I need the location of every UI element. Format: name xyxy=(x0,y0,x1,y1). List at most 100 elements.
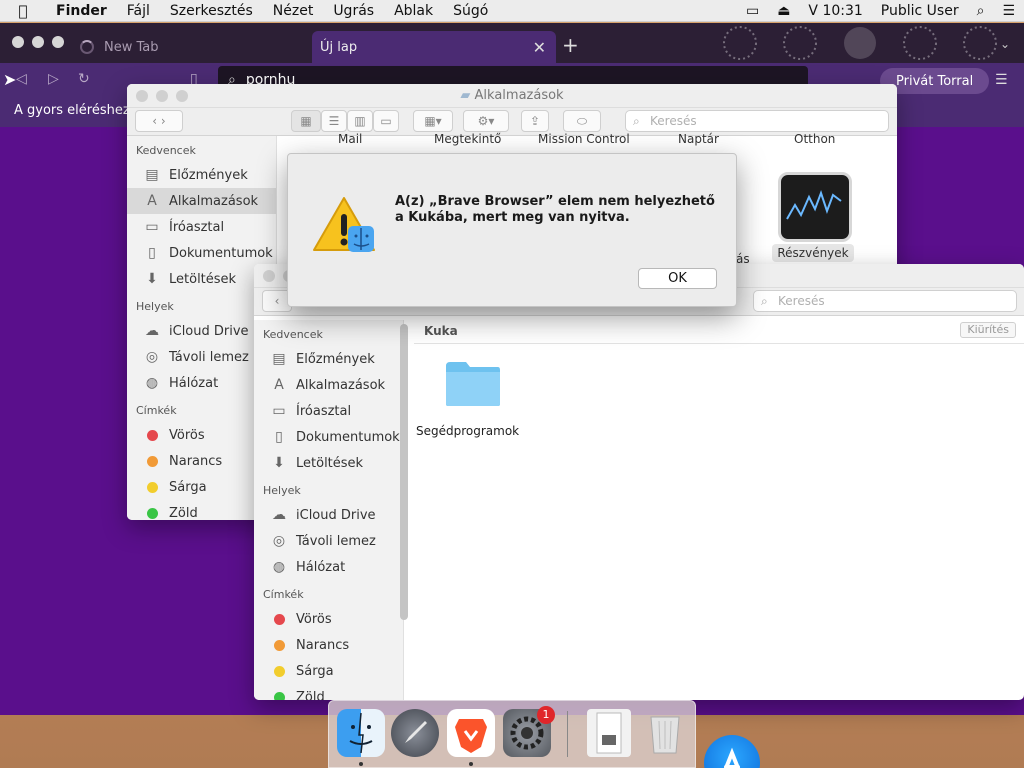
window-close-button[interactable] xyxy=(12,36,24,48)
display-mirroring-icon[interactable]: ▭ xyxy=(737,3,768,19)
tag-dot-icon xyxy=(147,429,158,441)
folder-icon[interactable] xyxy=(444,358,502,408)
group-button[interactable]: ▦▾ xyxy=(413,110,453,132)
trash-icon xyxy=(650,716,680,754)
app-store-icon[interactable] xyxy=(704,735,760,768)
icon-view-button[interactable]: ▦ xyxy=(291,110,321,132)
sidebar-item-label: Előzmények xyxy=(169,167,248,183)
sidebar-item-applications[interactable]: A Alkalmazások xyxy=(127,188,276,214)
browser-menu-icon[interactable]: ☰ xyxy=(995,72,1008,88)
sidebar-item-label: Zöld xyxy=(169,505,198,521)
window-close-button[interactable] xyxy=(136,90,148,102)
tag-icon[interactable]: ⬭ xyxy=(563,110,601,132)
menu-file[interactable]: Fájl xyxy=(117,3,160,19)
sidebar-scrollbar[interactable] xyxy=(400,324,408,620)
new-tab-button[interactable]: + xyxy=(562,33,579,57)
list-view-button[interactable]: ☰ xyxy=(321,110,347,132)
search-input[interactable]: Keresés xyxy=(753,290,1017,312)
tab-new-tab[interactable]: New Tab xyxy=(80,31,310,63)
spotlight-search-icon[interactable]: ⌕ xyxy=(968,3,994,19)
sidebar-item-label: Narancs xyxy=(296,637,350,653)
file-icon xyxy=(596,712,622,754)
menu-view[interactable]: Nézet xyxy=(263,3,324,19)
app-item-stocks[interactable]: Részvények xyxy=(772,244,854,262)
app-item-preview[interactable]: Megtekintő xyxy=(434,132,501,146)
gallery-view-button[interactable]: ▭ xyxy=(373,110,399,132)
tag-dot-icon xyxy=(147,481,158,493)
window-zoom-button[interactable] xyxy=(176,90,188,102)
launchpad-rocket-icon[interactable] xyxy=(391,709,439,757)
sidebar-item-label: Sárga xyxy=(296,663,334,679)
stocks-app-icon[interactable] xyxy=(778,172,852,242)
notification-badge: 1 xyxy=(537,706,555,724)
app-item-mail[interactable]: Mail xyxy=(338,132,362,146)
menu-bar:  Finder Fájl Szerkesztés Nézet Ugrás Ab… xyxy=(0,0,1024,22)
column-view-button[interactable]: ▥ xyxy=(347,110,373,132)
tab-close-icon[interactable]: ✕ xyxy=(533,38,546,57)
sidebar-item-documents[interactable]: ▯ Dokumentumok xyxy=(254,424,403,450)
apple-menu-icon[interactable]:  xyxy=(0,2,46,20)
sidebar-tag-yellow[interactable]: Sárga xyxy=(254,658,403,684)
window-close-button[interactable] xyxy=(263,270,275,282)
brave-browser-dock-icon[interactable] xyxy=(447,709,495,757)
tag-dot-icon xyxy=(147,455,158,467)
sidebar-item-desktop[interactable]: ▭ Íróasztal xyxy=(127,214,276,240)
sidebar-item-label: Vörös xyxy=(169,427,205,443)
finder-toolbar: ‹ › ▦ ☰ ▥ ▭ ▦▾ ⚙▾ ⇪ ⬭ Keresés xyxy=(127,108,897,136)
notification-center-icon[interactable]: ☰ xyxy=(993,3,1024,19)
menu-app-name[interactable]: Finder xyxy=(46,3,117,19)
forward-icon[interactable]: ▷ xyxy=(48,71,59,87)
disc-icon: ◎ xyxy=(145,349,159,365)
window-minimize-button[interactable] xyxy=(32,36,44,48)
action-gear-icon[interactable]: ⚙▾ xyxy=(463,110,509,132)
sidebar-item-documents[interactable]: ▯ Dokumentumok xyxy=(127,240,276,266)
trash-dock-icon[interactable] xyxy=(641,709,689,757)
menu-clock[interactable]: V 10:31 xyxy=(799,3,871,19)
window-zoom-button[interactable] xyxy=(52,36,64,48)
dock: 1 xyxy=(328,700,696,768)
sidebar-tag-green[interactable]: Zöld xyxy=(254,684,403,700)
search-input[interactable]: Keresés xyxy=(625,110,889,132)
sidebar-item-recents[interactable]: ▤ Előzmények xyxy=(254,346,403,372)
menu-user[interactable]: Public User xyxy=(872,3,968,19)
ok-button[interactable]: OK xyxy=(638,268,717,289)
back-forward-buttons[interactable]: ‹ › xyxy=(135,110,183,132)
app-item-calendar[interactable]: Naptár xyxy=(678,132,719,146)
sidebar-item-icloud[interactable]: ☁ iCloud Drive xyxy=(254,502,403,528)
chevron-down-icon[interactable]: ⌄ xyxy=(1000,37,1010,51)
sidebar-tag-orange[interactable]: Narancs xyxy=(254,632,403,658)
menu-window[interactable]: Ablak xyxy=(384,3,443,19)
back-icon[interactable]: ◁ xyxy=(16,71,27,87)
sidebar-item-remote-disc[interactable]: ◎ Távoli lemez xyxy=(254,528,403,554)
sidebar-item-downloads[interactable]: ⬇ Letöltések xyxy=(254,450,403,476)
app-item-home[interactable]: Otthon xyxy=(794,132,835,146)
app-store-a-icon xyxy=(723,747,741,768)
tab-label: Új lap xyxy=(320,39,358,55)
tab-bar-decoration xyxy=(723,26,997,60)
menu-go[interactable]: Ugrás xyxy=(323,3,384,19)
sidebar-item-recents[interactable]: ▤ Előzmények xyxy=(127,162,276,188)
folder-label[interactable]: Segédprogramok xyxy=(416,424,519,438)
sidebar-header-tags: Címkék xyxy=(263,588,304,601)
sidebar-item-label: Dokumentumok xyxy=(296,429,400,445)
sidebar-header-favorites: Kedvencek xyxy=(136,144,196,157)
empty-trash-button[interactable]: Kiürítés xyxy=(960,322,1016,338)
sidebar-tag-red[interactable]: Vörös xyxy=(254,606,403,632)
finder-dock-icon[interactable] xyxy=(337,709,385,757)
sidebar-header-places: Helyek xyxy=(263,484,301,497)
sidebar-item-applications[interactable]: A Alkalmazások xyxy=(254,372,403,398)
window-minimize-button[interactable] xyxy=(156,90,168,102)
menu-help[interactable]: Súgó xyxy=(443,3,498,19)
download-icon: ⬇ xyxy=(146,271,158,287)
download-icon: ⬇ xyxy=(273,455,285,471)
tab-uj-lap[interactable]: Új lap ✕ xyxy=(312,31,556,63)
eject-icon[interactable]: ⏏ xyxy=(768,3,799,19)
network-icon: ◍ xyxy=(145,375,159,391)
share-icon[interactable]: ⇪ xyxy=(521,110,549,132)
app-item-mission-control[interactable]: Mission Control xyxy=(538,132,630,146)
reload-icon[interactable]: ↻ xyxy=(78,71,90,87)
sidebar-item-network[interactable]: ◍ Hálózat xyxy=(254,554,403,580)
menu-edit[interactable]: Szerkesztés xyxy=(160,3,263,19)
disk-image-dock-icon[interactable] xyxy=(587,709,631,757)
sidebar-item-desktop[interactable]: ▭ Íróasztal xyxy=(254,398,403,424)
